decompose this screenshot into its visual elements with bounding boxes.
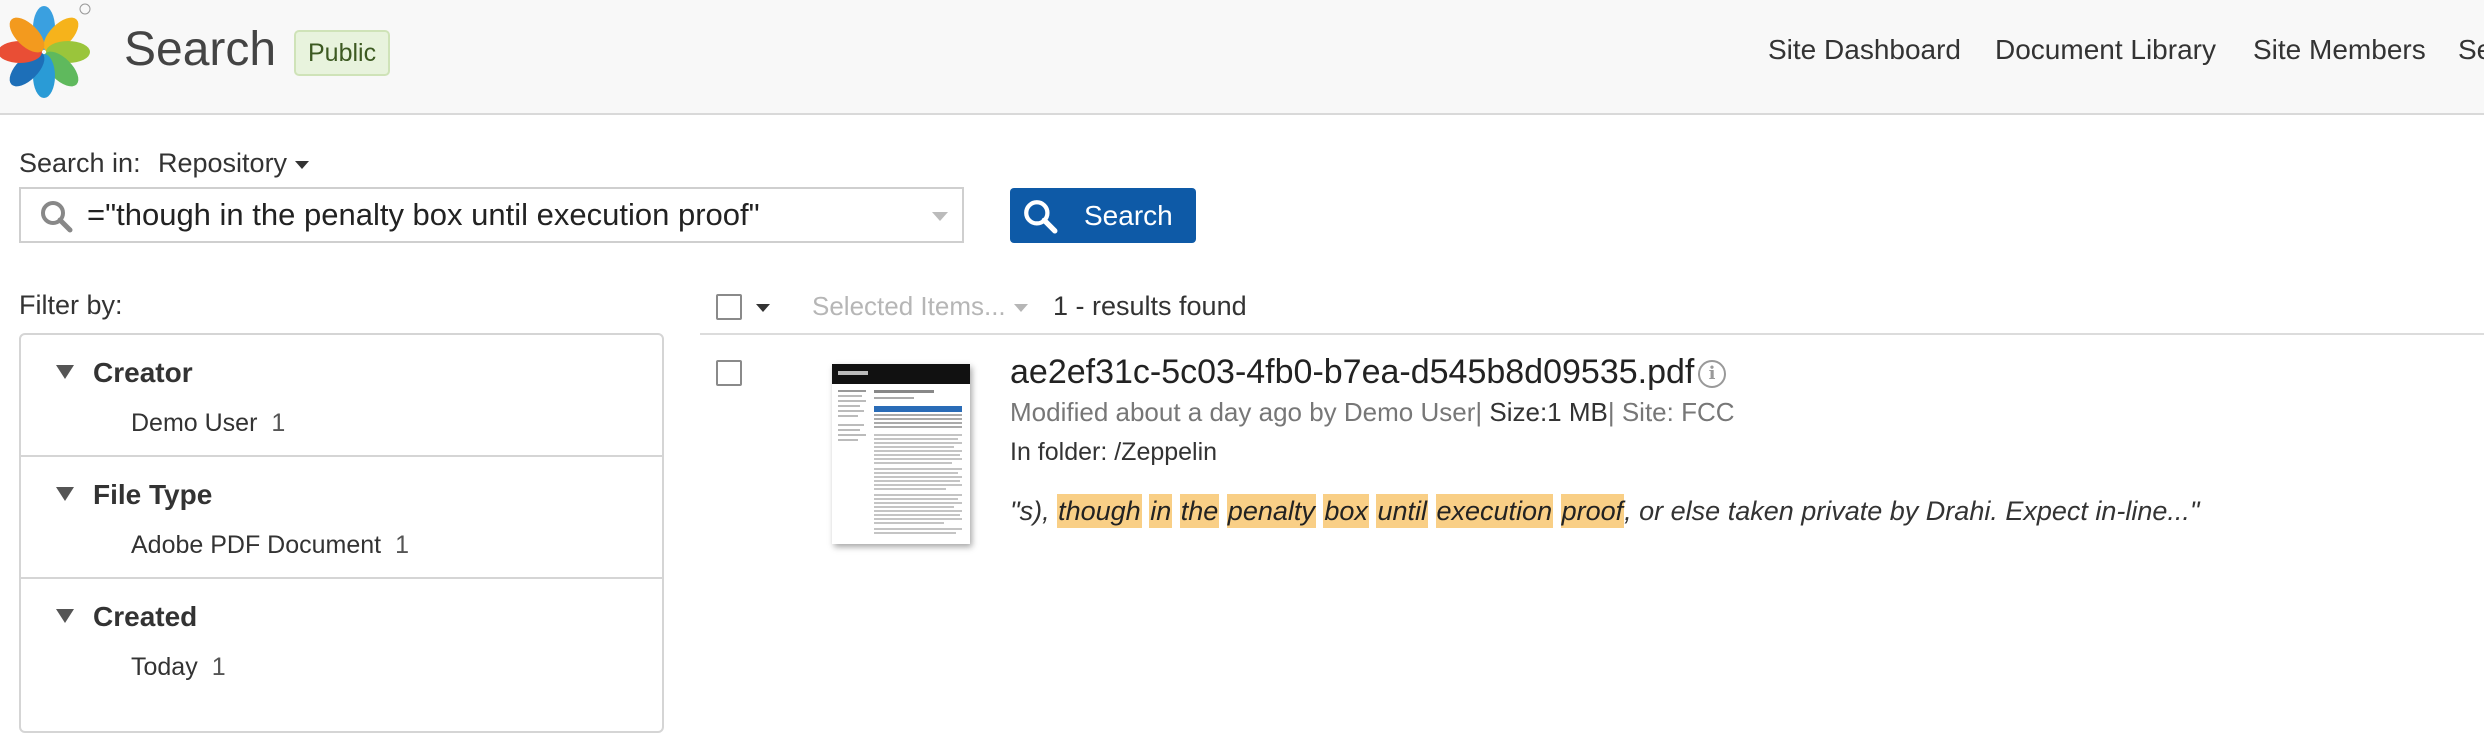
facet-item-label: Demo User: [131, 409, 258, 437]
selected-items-menu[interactable]: Selected Items...: [812, 291, 1028, 322]
collapse-triangle-icon[interactable]: [56, 609, 74, 623]
facet-item-count: 1: [271, 409, 286, 437]
snippet-highlight-term: though: [1057, 494, 1142, 528]
selected-items-label: Selected Items...: [812, 291, 1006, 321]
snippet-highlight-term: box: [1323, 494, 1369, 528]
search-button[interactable]: Search: [1010, 188, 1196, 243]
result-select-checkbox[interactable]: [716, 360, 742, 386]
snippet-highlight-term: until: [1376, 494, 1428, 528]
result-metadata: Modified about a day ago by Demo User| S…: [1010, 397, 1735, 427]
nav-site-dashboard[interactable]: Site Dashboard: [1768, 34, 1961, 66]
snippet-prefix: "s),: [1010, 496, 1058, 526]
snippet-highlight-term: in: [1149, 494, 1173, 528]
facet-item-today[interactable]: Today 1: [131, 653, 226, 682]
select-all-checkbox[interactable]: [716, 294, 742, 320]
collapse-triangle-icon[interactable]: [56, 487, 74, 501]
app-header: Search Public Site Dashboard Document Li…: [0, 0, 2484, 115]
pdf-preview-image: [832, 364, 970, 534]
filter-by-label: Filter by:: [19, 290, 123, 320]
result-modified-text: Modified about a day ago by Demo User: [1010, 397, 1476, 427]
snippet-suffix: , or else taken private by Drahi. Expect…: [1624, 496, 2200, 526]
snippet-highlight-term: penalty: [1226, 494, 1316, 528]
result-folder-path: In folder: /Zeppelin: [1010, 438, 1218, 466]
select-menu-chevron-icon[interactable]: [756, 304, 770, 312]
document-thumbnail[interactable]: [832, 364, 970, 544]
search-scope-dropdown[interactable]: Repository: [158, 148, 310, 179]
search-input[interactable]: [87, 195, 927, 235]
chevron-down-icon: [295, 160, 310, 169]
snippet-highlight-term: the: [1179, 494, 1220, 528]
facet-title-creator[interactable]: Creator: [93, 357, 193, 389]
search-icon: [1024, 200, 1058, 234]
result-size-label: Size:: [1489, 397, 1548, 427]
chevron-down-icon: [1013, 304, 1028, 313]
result-site-text: Site: FCC: [1621, 397, 1735, 427]
search-in-label: Search in:: [19, 148, 141, 178]
facet-item-adobe-pdf[interactable]: Adobe PDF Document 1: [131, 531, 409, 560]
snippet-highlight-term: proof: [1560, 494, 1625, 528]
facet-divider: [21, 455, 662, 457]
results-count: 1 - results found: [1053, 291, 1247, 321]
facet-divider: [21, 577, 662, 579]
page-title: Search: [124, 23, 277, 76]
search-history-dropdown-icon[interactable]: [932, 212, 948, 221]
facet-item-count: 1: [211, 653, 226, 681]
result-snippet: "s), though in the penalty box until exe…: [1010, 494, 2200, 528]
search-scope-value: Repository: [158, 148, 288, 178]
search-button-label: Search: [1084, 200, 1173, 231]
result-document-name-link[interactable]: ae2ef31c-5c03-4fb0-b7ea-d545b8d09535.pdf: [1010, 353, 1694, 392]
result-size-value: 1 MB: [1547, 397, 1608, 427]
facet-item-label: Adobe PDF Document: [131, 531, 382, 559]
info-icon[interactable]: i: [1698, 360, 1726, 388]
facet-item-label: Today: [131, 653, 198, 681]
facet-title-created[interactable]: Created: [93, 601, 197, 633]
alfresco-logo-icon[interactable]: [0, 0, 95, 100]
facet-title-file-type[interactable]: File Type: [93, 479, 212, 511]
facet-item-demo-user[interactable]: Demo User 1: [131, 409, 285, 438]
nav-site-members[interactable]: Site Members: [2253, 34, 2426, 66]
snippet-highlight-term: execution: [1435, 494, 1554, 528]
nav-site-settings-truncated[interactable]: Se: [2458, 34, 2484, 66]
search-icon: [41, 201, 73, 233]
facet-item-count: 1: [395, 531, 410, 559]
collapse-triangle-icon[interactable]: [56, 365, 74, 379]
nav-document-library[interactable]: Document Library: [1995, 34, 2216, 66]
filter-panel: Creator Demo User 1 File Type Adobe PDF D…: [19, 333, 664, 733]
visibility-badge: Public: [294, 30, 391, 76]
results-toolbar: Selected Items... 1 - results found: [700, 283, 2484, 335]
search-field: [19, 187, 964, 243]
